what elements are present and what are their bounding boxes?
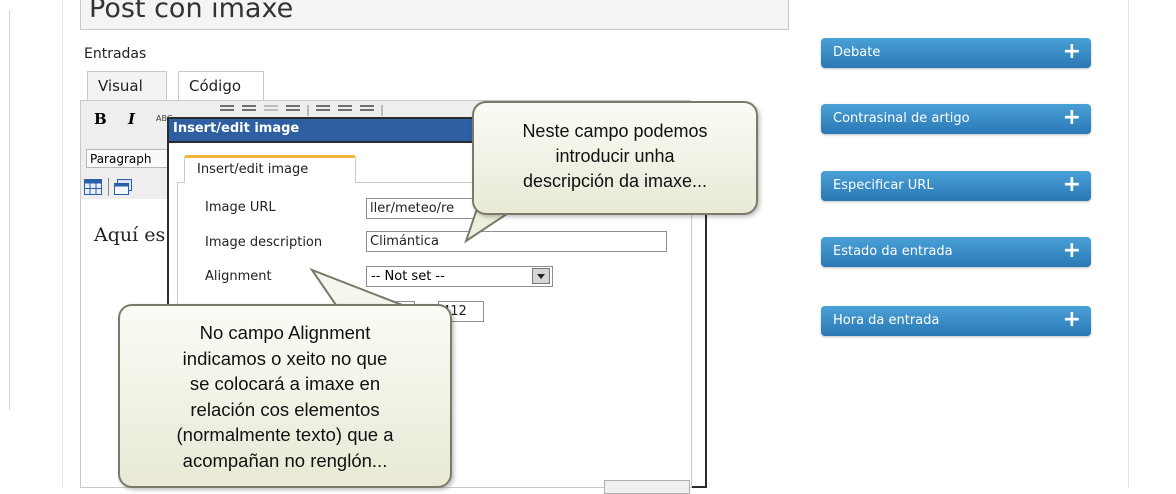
section-label: Entradas (84, 46, 147, 62)
sidebar-box-title: Hora da entrada (833, 313, 940, 328)
callout-text-line: descripción da imaxe... (522, 171, 708, 191)
plus-icon[interactable]: + (1063, 38, 1081, 66)
dialog-action-button[interactable] (604, 480, 690, 494)
sidebar-box-debate[interactable]: Debate + (821, 38, 1091, 68)
table-icon[interactable] (84, 179, 102, 195)
dialog-tab[interactable]: Insert/edit image (184, 155, 356, 183)
sidebar-box-url[interactable]: Especificar URL + (821, 171, 1091, 201)
sidebar-box-title: Estado da entrada (833, 244, 953, 259)
toolbar-alignment-icons[interactable] (200, 104, 480, 118)
callout-alignment: No campo Alignment indicamos o xeito no … (118, 304, 452, 488)
plus-icon[interactable]: + (1063, 306, 1081, 334)
plus-icon[interactable]: + (1063, 171, 1081, 199)
callout-text-line: introducir unha (555, 146, 675, 166)
alignment-label: Alignment (205, 269, 272, 284)
toolbar-separator (108, 178, 109, 196)
sidebar-box-status[interactable]: Estado da entrada + (821, 237, 1091, 267)
callout-text-line: relación cos elementos (190, 398, 380, 420)
sidebar-box-title: Contrasinal de artigo (833, 111, 970, 126)
plus-icon[interactable]: + (1063, 104, 1081, 132)
image-url-label: Image URL (205, 200, 276, 215)
tab-visual[interactable]: Visual (87, 71, 167, 101)
italic-button[interactable]: I (128, 110, 135, 128)
left-rule (9, 10, 10, 410)
callout-text-line: No campo Alignment (199, 322, 371, 343)
chevron-down-icon[interactable] (532, 268, 550, 284)
callout-text-line: (normalmente texto) que a (176, 424, 394, 445)
callout-description: Neste campo podemos introducir unha desc… (472, 101, 758, 215)
callout-text-line: Neste campo podemos (522, 121, 708, 141)
tab-code[interactable]: Código (178, 71, 264, 101)
sidebar-box-password[interactable]: Contrasinal de artigo + (821, 104, 1091, 134)
sidebar-box-title: Debate (833, 45, 881, 60)
sidebar-box-time[interactable]: Hora da entrada + (821, 306, 1091, 336)
editor-body-text: Aquí es (94, 224, 166, 246)
callout-text-line: se colocará a imaxe en (189, 373, 381, 394)
callout-text-line: acompañan no renglón... (182, 449, 388, 471)
image-description-label: Image description (205, 235, 323, 250)
window-icon[interactable] (114, 179, 132, 195)
sidebar-box-title: Especificar URL (833, 178, 934, 193)
callout-text-line: indicamos o xeito no que (182, 347, 388, 369)
dialog-title: Insert/edit image (173, 121, 300, 136)
format-select[interactable]: Paragraph (86, 149, 176, 168)
bold-button[interactable]: B (94, 110, 107, 128)
plus-icon[interactable]: + (1063, 237, 1081, 265)
post-title-input[interactable]: Post con imaxe (80, 0, 789, 30)
